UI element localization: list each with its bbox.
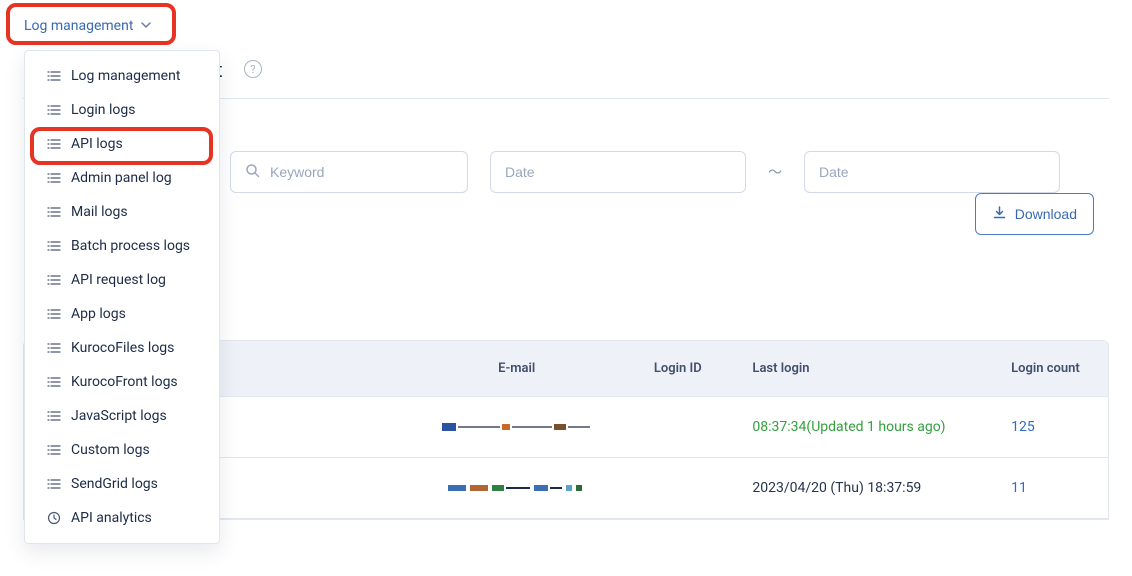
menu-item-label: API analytics <box>71 510 152 526</box>
menu-item-kurocofront-logs[interactable]: KurocoFront logs <box>25 365 219 399</box>
menu-item-api-logs[interactable]: API logs <box>25 127 219 161</box>
cell-email <box>394 458 640 519</box>
list-icon <box>47 239 61 253</box>
list-icon <box>47 273 61 287</box>
list-icon <box>47 443 61 457</box>
chevron-down-icon <box>141 20 151 33</box>
search-icon <box>245 163 260 182</box>
obscured-email-icon <box>442 421 592 433</box>
menu-item-custom-logs[interactable]: Custom logs <box>25 433 219 467</box>
menu-item-label: SendGrid logs <box>71 476 158 492</box>
log-management-dropdown-trigger[interactable]: Log management <box>24 18 151 34</box>
download-icon <box>992 205 1007 223</box>
cell-login-count[interactable]: 125 <box>997 397 1108 458</box>
menu-item-label: Login logs <box>71 102 135 118</box>
cell-login-id <box>640 397 739 458</box>
header-email: E-mail <box>394 341 640 397</box>
menu-item-label: KurocoFront logs <box>71 374 178 390</box>
date-to[interactable] <box>804 151 1060 193</box>
menu-item-label: Log management <box>71 68 180 84</box>
date-to-input[interactable] <box>819 164 1045 180</box>
cell-last-login: 08:37:34(Updated 1 hours ago) <box>738 397 997 458</box>
menu-item-mail-logs[interactable]: Mail logs <box>25 195 219 229</box>
cell-last-login: 2023/04/20 (Thu) 18:37:59 <box>738 458 997 519</box>
list-icon <box>47 375 61 389</box>
log-management-dropdown-menu: Log management Login logs API logs Admin… <box>24 50 220 544</box>
menu-item-api-analytics[interactable]: API analytics <box>25 501 219 535</box>
menu-item-label: JavaScript logs <box>71 408 167 424</box>
header-login-count: Login count <box>997 341 1108 397</box>
list-icon <box>47 205 61 219</box>
menu-item-label: API request log <box>71 272 166 288</box>
header-last-login: Last login <box>738 341 997 397</box>
menu-item-kurocofiles-logs[interactable]: KurocoFiles logs <box>25 331 219 365</box>
menu-item-batch-process-logs[interactable]: Batch process logs <box>25 229 219 263</box>
menu-item-sendgrid-logs[interactable]: SendGrid logs <box>25 467 219 501</box>
date-range-separator: 〜 <box>768 162 782 182</box>
menu-item-login-logs[interactable]: Login logs <box>25 93 219 127</box>
list-icon <box>47 171 61 185</box>
dropdown-trigger-label: Log management <box>24 18 133 34</box>
menu-item-label: API logs <box>71 136 123 152</box>
download-button[interactable]: Download <box>975 193 1094 235</box>
cell-login-count[interactable]: 11 <box>997 458 1108 519</box>
list-icon <box>47 103 61 117</box>
list-icon <box>47 307 61 321</box>
list-icon <box>47 341 61 355</box>
menu-item-label: App logs <box>71 306 126 322</box>
list-icon <box>47 409 61 423</box>
menu-item-label: Admin panel log <box>71 170 172 186</box>
help-icon[interactable]: ? <box>244 60 262 78</box>
cell-login-id <box>640 458 739 519</box>
list-icon <box>47 137 61 151</box>
download-button-label: Download <box>1015 206 1077 222</box>
menu-item-admin-panel-log[interactable]: Admin panel log <box>25 161 219 195</box>
list-icon <box>47 477 61 491</box>
cell-email <box>394 397 640 458</box>
date-from[interactable] <box>490 151 746 193</box>
menu-item-label: KurocoFiles logs <box>71 340 174 356</box>
menu-item-javascript-logs[interactable]: JavaScript logs <box>25 399 219 433</box>
keyword-search[interactable] <box>230 151 468 193</box>
menu-item-log-management[interactable]: Log management <box>25 59 219 93</box>
menu-item-label: Mail logs <box>71 204 128 220</box>
menu-item-app-logs[interactable]: App logs <box>25 297 219 331</box>
filter-bar: 〜 <box>230 151 1094 193</box>
list-icon <box>47 69 61 83</box>
menu-item-label: Batch process logs <box>71 238 190 254</box>
clock-icon <box>47 511 61 525</box>
keyword-input[interactable] <box>270 164 453 180</box>
menu-item-label: Custom logs <box>71 442 150 458</box>
date-from-input[interactable] <box>505 164 731 180</box>
header-login-id: Login ID <box>640 341 739 397</box>
menu-item-api-request-log[interactable]: API request log <box>25 263 219 297</box>
obscured-email-icon <box>442 482 592 494</box>
